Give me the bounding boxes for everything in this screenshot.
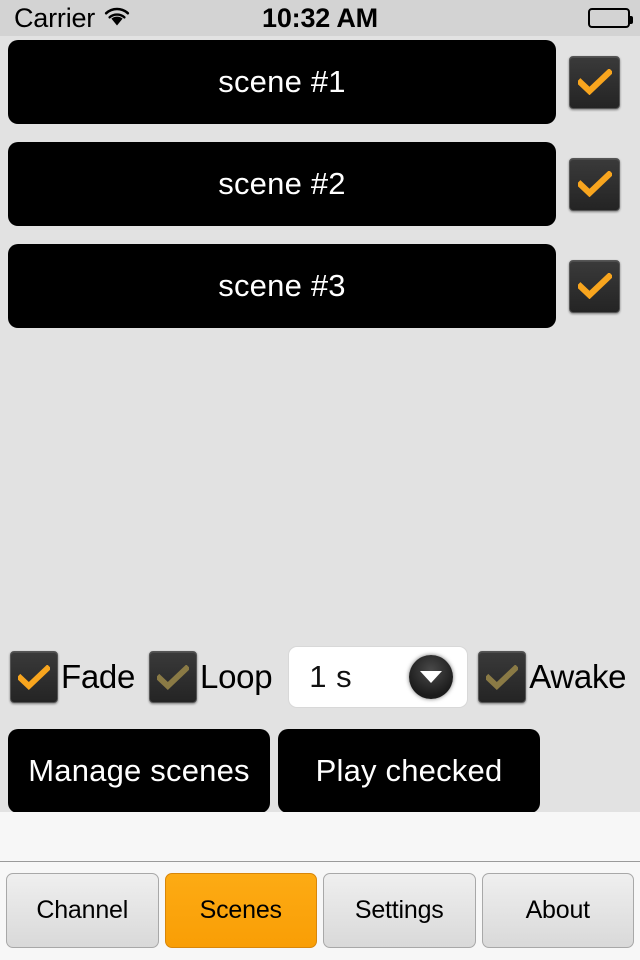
play-checked-button[interactable]: Play checked	[278, 729, 540, 813]
tab-scenes[interactable]: Scenes	[164, 873, 317, 948]
checkbox-scene-2[interactable]	[569, 157, 620, 211]
checkbox-awake[interactable]	[478, 651, 527, 703]
interval-dropdown[interactable]: 1 s	[288, 646, 469, 708]
checkmark-icon	[577, 69, 612, 95]
scene-button-3[interactable]: scene #3	[8, 244, 556, 328]
playback-options-row: Fade Loop 1 s Awake	[0, 646, 640, 708]
checkbox-fade[interactable]	[10, 651, 58, 703]
status-bar-right	[588, 8, 633, 28]
interval-value: 1 s	[309, 659, 353, 694]
tab-settings[interactable]: Settings	[323, 873, 476, 948]
scene-checkbox-1[interactable]	[569, 55, 620, 109]
scene-checkbox-3[interactable]	[569, 259, 620, 313]
scene-checkbox-2[interactable]	[569, 157, 620, 211]
checkmark-icon	[18, 664, 50, 690]
scene-button-1[interactable]: scene #1	[8, 40, 556, 124]
scene-button-2[interactable]: scene #2	[8, 142, 556, 226]
manage-scenes-button[interactable]: Manage scenes	[8, 729, 270, 813]
scene-list: scene #1 scene #2 scene #3	[0, 40, 640, 346]
battery-icon	[588, 8, 633, 28]
action-button-row: Manage scenes Play checked	[0, 729, 640, 813]
checkmark-icon	[577, 273, 612, 299]
checkmark-icon	[157, 664, 190, 690]
scene-row: scene #3	[0, 244, 640, 328]
checkbox-scene-3[interactable]	[569, 259, 620, 313]
clock-label: 10:32 AM	[262, 2, 378, 33]
checkmark-icon	[577, 171, 612, 197]
app-screen: Carrier 10:32 AM scene #1 scene #2 scene…	[0, 0, 640, 960]
checkmark-icon	[486, 664, 519, 690]
tab-about[interactable]: About	[481, 873, 634, 948]
status-bar: Carrier 10:32 AM	[0, 0, 640, 36]
tab-bar: Channel Scenes Settings About	[0, 873, 640, 951]
tab-channel[interactable]: Channel	[6, 873, 159, 948]
tabbar-divider	[0, 861, 640, 862]
checkbox-loop[interactable]	[149, 651, 198, 703]
fade-label: Fade	[61, 658, 136, 695]
loop-label: Loop	[200, 658, 273, 695]
chevron-down-icon[interactable]	[409, 655, 454, 699]
checkbox-scene-1[interactable]	[569, 55, 620, 109]
awake-label: Awake	[529, 658, 627, 695]
scene-row: scene #2	[0, 142, 640, 226]
scene-row: scene #1	[0, 40, 640, 124]
